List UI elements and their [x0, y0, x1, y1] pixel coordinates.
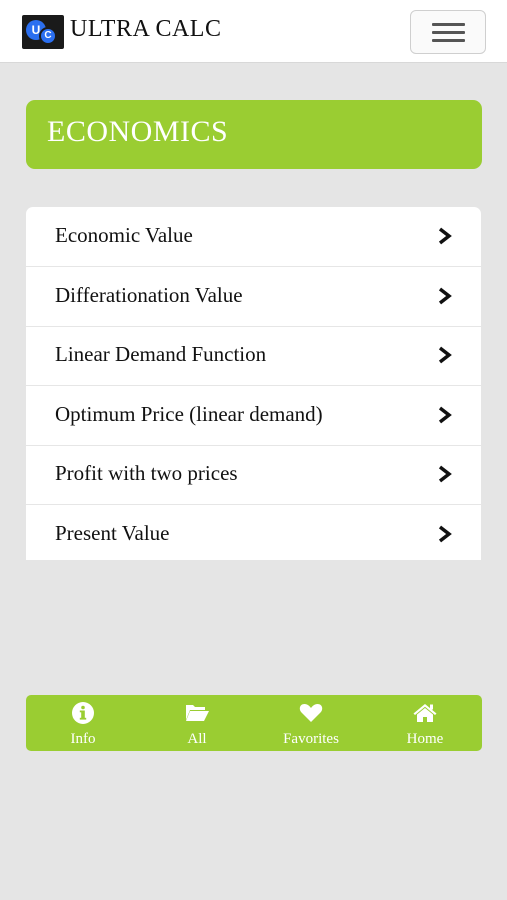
- chevron-right-icon: [438, 287, 452, 305]
- menu-icon-bar: [432, 31, 465, 34]
- menu-icon-bar: [432, 39, 465, 42]
- info-icon: [72, 702, 94, 724]
- home-icon: [413, 704, 437, 722]
- nav-label: Favorites: [283, 731, 339, 747]
- list-item-label: Differationation Value: [55, 283, 243, 307]
- app-logo[interactable]: U C: [22, 15, 64, 49]
- top-navbar: U C ULTRA CALC: [0, 0, 507, 63]
- chevron-right-icon: [438, 525, 452, 543]
- list-item-optimum-price[interactable]: Optimum Price (linear demand): [26, 386, 481, 446]
- list-item-label: Economic Value: [55, 223, 193, 247]
- nav-label: Home: [406, 731, 444, 747]
- chevron-right-icon: [438, 346, 452, 364]
- list-item-label: Optimum Price (linear demand): [55, 402, 323, 426]
- logo-letter-c: C: [39, 27, 57, 45]
- list-item-profit-two-prices[interactable]: Profit with two prices: [26, 445, 481, 505]
- chevron-right-icon: [438, 406, 452, 424]
- heart-icon: [299, 704, 323, 722]
- list-item-label: Linear Demand Function: [55, 342, 267, 366]
- category-header: ECONOMICS: [26, 100, 482, 169]
- nav-label: Info: [70, 731, 96, 747]
- menu-icon-bar: [432, 23, 465, 26]
- list-item-economic-value[interactable]: Economic Value: [26, 207, 481, 267]
- app-title[interactable]: ULTRA CALC: [70, 16, 221, 43]
- list-item-present-value[interactable]: Present Value: [26, 505, 481, 560]
- nav-favorites-button[interactable]: Favorites: [254, 695, 368, 751]
- chevron-right-icon: [438, 227, 452, 245]
- chevron-right-icon: [438, 465, 452, 483]
- calculator-list: Economic Value Differationation Value Li…: [26, 207, 481, 560]
- nav-home-button[interactable]: Home: [368, 695, 482, 751]
- nav-label: All: [187, 731, 207, 747]
- nav-info-button[interactable]: Info: [26, 695, 140, 751]
- list-item-label: Present Value: [55, 521, 170, 545]
- hamburger-menu-button[interactable]: [410, 10, 486, 54]
- list-item-label: Profit with two prices: [55, 461, 238, 485]
- nav-all-button[interactable]: All: [140, 695, 254, 751]
- list-item-linear-demand-function[interactable]: Linear Demand Function: [26, 326, 481, 386]
- folder-open-icon: [186, 705, 209, 721]
- list-item-differationation-value[interactable]: Differationation Value: [26, 267, 481, 327]
- bottom-navigation: Info All Favorites Home: [26, 695, 482, 751]
- category-title: ECONOMICS: [47, 115, 229, 148]
